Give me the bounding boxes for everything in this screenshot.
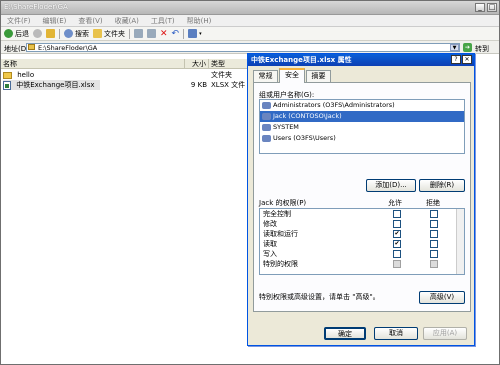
copy-to-icon <box>147 29 156 38</box>
list-item[interactable]: SYSTEM <box>260 122 464 133</box>
allow-checkbox[interactable] <box>393 210 401 218</box>
menu-edit[interactable]: 编辑(E) <box>43 15 67 26</box>
tab-security[interactable]: 安全 <box>279 68 305 83</box>
permission-row: 写入 <box>260 249 464 259</box>
menu-tools[interactable]: 工具(T) <box>151 15 175 26</box>
menu-view[interactable]: 查看(V) <box>78 15 102 26</box>
menu-help[interactable]: 帮助(H) <box>187 15 212 26</box>
toolbar-separator <box>59 28 60 39</box>
up-folder-icon <box>46 29 55 38</box>
permission-row: 读取和运行 ✔ <box>260 229 464 239</box>
forward-arrow-icon <box>33 29 42 38</box>
permission-row: 修改 <box>260 219 464 229</box>
file-size: 9 KB <box>190 81 207 89</box>
column-header-size[interactable]: 大小 <box>185 59 209 69</box>
list-item[interactable]: 中铁Exchange项目.xlsx <box>3 80 100 90</box>
remove-button[interactable]: 删除(R) <box>419 179 465 192</box>
allow-checkbox[interactable]: ✔ <box>393 230 401 238</box>
user-group-icon <box>262 102 271 109</box>
advanced-hint-text: 特别权限或高级设置，请单击 "高级"。 <box>259 293 380 301</box>
permissions-label: Jack 的权限(P) <box>259 199 307 207</box>
user-icon <box>262 113 271 120</box>
dialog-title: 中铁Exchange项目.xlsx 属性 <box>248 54 474 66</box>
ok-button[interactable]: 确定 <box>324 327 366 340</box>
views-icon <box>188 29 198 38</box>
apply-button: 应用(A) <box>423 327 467 340</box>
address-dropdown-button[interactable]: ▼ <box>450 44 459 51</box>
user-group-icon <box>262 135 271 142</box>
search-button[interactable]: 搜索 <box>64 29 89 39</box>
column-header-name[interactable]: 名称 <box>1 59 185 69</box>
add-button[interactable]: 添加(D)... <box>366 179 416 192</box>
help-button[interactable]: ? <box>451 55 461 64</box>
undo-button[interactable]: ↶ <box>172 29 180 39</box>
tab-general[interactable]: 常规 <box>253 70 278 82</box>
file-type: XLSX 文件 <box>211 81 246 89</box>
search-icon <box>64 29 73 38</box>
go-button[interactable]: 转到 <box>475 44 489 54</box>
xlsx-file-icon <box>3 80 11 90</box>
user-group-icon <box>262 124 271 131</box>
move-to-icon <box>134 29 143 38</box>
folders-button[interactable]: 文件夹 <box>93 29 125 39</box>
folder-icon <box>28 44 35 50</box>
back-button[interactable]: 后退 <box>4 29 29 39</box>
file-type: 文件夹 <box>211 71 232 79</box>
folders-icon <box>93 29 102 38</box>
toolbar: 后退 搜索 文件夹 ✕ ↶ ▾ <box>1 27 499 41</box>
permission-row: 读取 ✔ <box>260 239 464 249</box>
deny-checkbox[interactable] <box>430 240 438 248</box>
forward-button[interactable] <box>33 29 42 38</box>
permission-row: 特别的权限 <box>260 259 464 269</box>
toolbar-separator <box>183 28 185 39</box>
address-input[interactable]: E:\ShareFloder\GA <box>26 43 460 52</box>
deny-header: 拒绝 <box>426 199 440 207</box>
deny-checkbox[interactable] <box>430 250 438 258</box>
list-item[interactable]: Jack (CONTOSO\Jack) <box>260 111 464 122</box>
menu-file[interactable]: 文件(F) <box>7 15 31 26</box>
user-list: Administrators (O3FS\Administrators) Jac… <box>259 99 465 154</box>
window-title: E:\ShareFloder\GA <box>4 3 68 11</box>
menu-favorites[interactable]: 收藏(A) <box>115 15 139 26</box>
deny-checkbox <box>430 260 438 268</box>
permissions-table: 完全控制 修改 读取和运行 ✔ 读取 ✔ 写入 特别的权限 <box>259 208 465 275</box>
maximize-button[interactable]: □ <box>487 3 497 12</box>
close-button[interactable]: ✕ <box>462 55 472 64</box>
list-item[interactable]: Users (O3FS\Users) <box>260 133 464 144</box>
allow-checkbox[interactable] <box>393 220 401 228</box>
title-bar: E:\ShareFloder\GA _ □ <box>1 1 499 15</box>
up-folder-button[interactable] <box>46 29 55 38</box>
deny-checkbox[interactable] <box>430 230 438 238</box>
copy-to-button[interactable] <box>147 29 156 38</box>
allow-checkbox <box>393 260 401 268</box>
permission-row: 完全控制 <box>260 209 464 219</box>
file-name: hello <box>17 71 35 79</box>
menu-bar: 文件(F) 编辑(E) 查看(V) 收藏(A) 工具(T) 帮助(H) <box>1 15 499 27</box>
move-to-button[interactable] <box>134 29 143 38</box>
chevron-down-icon: ▾ <box>199 30 202 37</box>
properties-dialog: 中铁Exchange项目.xlsx 属性 ? ✕ 常规 安全 摘要 组或用户名称… <box>247 53 475 346</box>
allow-checkbox[interactable] <box>393 250 401 258</box>
folder-icon <box>3 71 12 79</box>
tab-summary[interactable]: 摘要 <box>306 70 331 82</box>
advanced-button[interactable]: 高级(V) <box>419 291 465 304</box>
go-arrow-icon[interactable]: ➔ <box>463 43 472 52</box>
scrollbar[interactable] <box>456 209 464 274</box>
cancel-button[interactable]: 取消 <box>374 327 418 340</box>
delete-x-icon: ✕ <box>160 28 168 39</box>
undo-icon: ↶ <box>171 28 180 39</box>
toolbar-separator <box>129 28 130 39</box>
views-button[interactable]: ▾ <box>188 29 202 38</box>
allow-header: 允许 <box>388 199 402 207</box>
delete-button[interactable]: ✕ <box>160 29 168 39</box>
list-item[interactable]: Administrators (O3FS\Administrators) <box>260 100 464 111</box>
minimize-button[interactable]: _ <box>475 3 485 12</box>
column-header-type[interactable]: 类型 <box>209 59 249 69</box>
back-arrow-icon <box>4 29 13 38</box>
file-name: 中铁Exchange项目.xlsx <box>16 81 95 89</box>
allow-checkbox[interactable]: ✔ <box>393 240 401 248</box>
deny-checkbox[interactable] <box>430 220 438 228</box>
deny-checkbox[interactable] <box>430 210 438 218</box>
